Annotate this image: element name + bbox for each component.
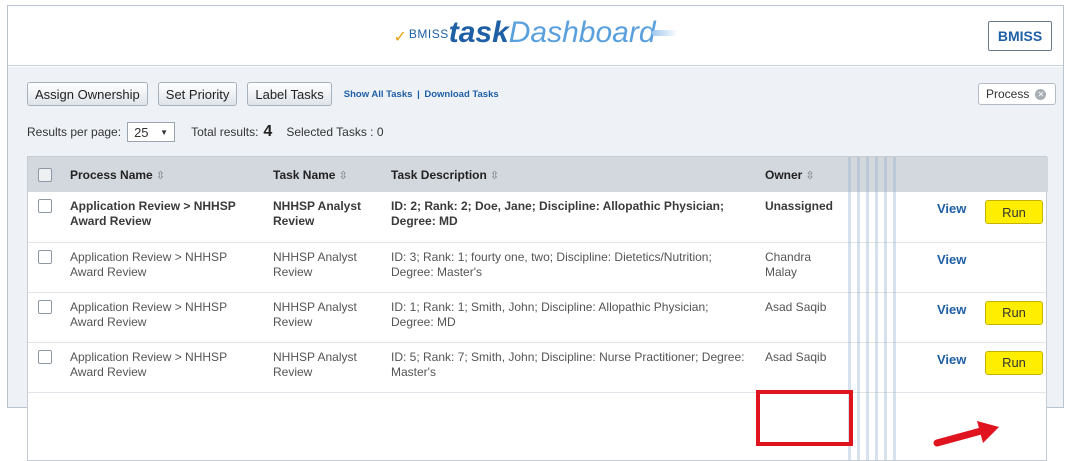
tasks-table-container: Process Name ⇳ Task Name ⇳ Task Descriptio… (27, 156, 1048, 461)
table-row[interactable]: Application Review > NHHSP Award Review … (28, 342, 1048, 392)
process-name-cell: Application Review > NHHSP Award Review (70, 249, 227, 279)
view-link[interactable]: View (937, 252, 966, 267)
toolbar: Assign Ownership Set Priority Label Task… (27, 82, 499, 106)
view-link[interactable]: View (937, 201, 966, 216)
chevron-down-icon: ▼ (160, 127, 169, 137)
main-content: Assign Ownership Set Priority Label Task… (8, 67, 1063, 461)
bmiss-button[interactable]: BMISS (988, 21, 1052, 51)
task-dashboard-window: ✓ BMISStaskDashboard BMISS Assign Ownersh… (7, 5, 1064, 461)
task-description-cell: ID: 1; Rank: 1; Smith, John; Discipline:… (391, 299, 709, 329)
owner-cell: Unassigned (765, 199, 834, 213)
logo-bmiss-text: BMISS (408, 27, 449, 41)
task-name-cell: NHHSP Analyst Review (273, 299, 357, 329)
task-name-cell: NHHSP Analyst Review (273, 199, 362, 228)
task-description-cell: ID: 2; Rank: 2; Doe, Jane; Discipline: A… (391, 199, 724, 228)
row-checkbox[interactable] (38, 299, 52, 314)
task-description-cell: ID: 5; Rank: 7; Smith, John; Discipline:… (391, 349, 745, 379)
table-row[interactable]: Application Review > NHHSP Award Review … (28, 192, 1048, 242)
owner-cell: Asad Saqib (765, 349, 827, 364)
table-row[interactable]: Application Review > NHHSP Award Review … (28, 292, 1048, 342)
logo-task-text: task (448, 16, 509, 49)
task-links: Show All Tasks | Download Tasks (344, 89, 499, 100)
owner-cell: Chandra Malay (765, 249, 812, 279)
run-button[interactable]: Run (985, 200, 1043, 224)
results-per-page-select[interactable]: 25 ▼ (127, 122, 176, 142)
app-header: ✓ BMISStaskDashboard BMISS (8, 6, 1063, 66)
set-priority-button[interactable]: Set Priority (157, 82, 238, 106)
column-header-owner[interactable]: Owner ⇳ (759, 157, 849, 192)
row-checkbox[interactable] (38, 349, 52, 364)
run-button[interactable]: Run (985, 350, 1043, 375)
table-header-row: Process Name ⇳ Task Name ⇳ Task Descriptio… (28, 157, 1048, 192)
sort-icon[interactable]: ⇳ (338, 170, 347, 182)
filter-chip-label: Process (986, 87, 1030, 101)
row-checkbox[interactable] (38, 199, 52, 213)
download-tasks-link[interactable]: Download Tasks (424, 89, 498, 100)
process-name-cell: Application Review > NHHSP Award Review (70, 199, 236, 228)
logo-swoosh-icon (651, 30, 678, 36)
sort-icon[interactable]: ⇳ (805, 170, 814, 182)
total-results-count: 4 (263, 123, 273, 140)
label-tasks-button[interactable]: Label Tasks (247, 82, 332, 106)
process-name-cell: Application Review > NHHSP Award Review (70, 349, 227, 379)
run-button[interactable]: Run (985, 300, 1043, 325)
link-separator: | (417, 88, 420, 100)
row-checkbox[interactable] (38, 249, 52, 264)
show-all-tasks-link[interactable]: Show All Tasks (344, 89, 413, 100)
view-link[interactable]: View (937, 352, 966, 367)
task-name-cell: NHHSP Analyst Review (273, 349, 357, 379)
select-all-checkbox[interactable] (38, 167, 52, 182)
column-header-process-name[interactable]: Process Name ⇳ (64, 157, 267, 192)
sort-icon[interactable]: ⇳ (156, 170, 165, 182)
process-filter-chip[interactable]: Process ✕ (978, 83, 1056, 105)
results-per-page-label: Results per page: (27, 125, 122, 139)
selected-tasks-count: Selected Tasks : 0 (286, 125, 384, 139)
tasks-table: Process Name ⇳ Task Name ⇳ Task Descriptio… (28, 157, 1048, 393)
assign-ownership-button[interactable]: Assign Ownership (27, 82, 148, 106)
close-icon[interactable]: ✕ (1035, 88, 1047, 100)
column-header-task-name[interactable]: Task Name ⇳ (267, 157, 385, 192)
process-name-cell: Application Review > NHHSP Award Review (70, 299, 227, 329)
column-header-task-description[interactable]: Task Description ⇳ (385, 157, 759, 192)
checkmark-icon: ✓ (393, 29, 407, 46)
red-arrow-icon (933, 421, 999, 447)
task-description-cell: ID: 3; Rank: 1; fourty one, two; Discipl… (391, 249, 712, 279)
sort-icon[interactable]: ⇳ (490, 170, 499, 182)
owner-cell: Asad Saqib (765, 299, 827, 314)
owner-highlight-box (756, 390, 853, 446)
results-bar: Results per page: 25 ▼ Total results: 4 … (27, 122, 384, 142)
task-name-cell: NHHSP Analyst Review (273, 249, 357, 279)
app-logo: ✓ BMISStaskDashboard (8, 16, 1063, 50)
results-per-page-value: 25 (134, 124, 149, 140)
table-row[interactable]: Application Review > NHHSP Award Review … (28, 242, 1048, 292)
total-results-label: Total results: (191, 125, 259, 139)
view-link[interactable]: View (937, 302, 966, 317)
logo-dashboard-text: Dashboard (508, 16, 656, 49)
